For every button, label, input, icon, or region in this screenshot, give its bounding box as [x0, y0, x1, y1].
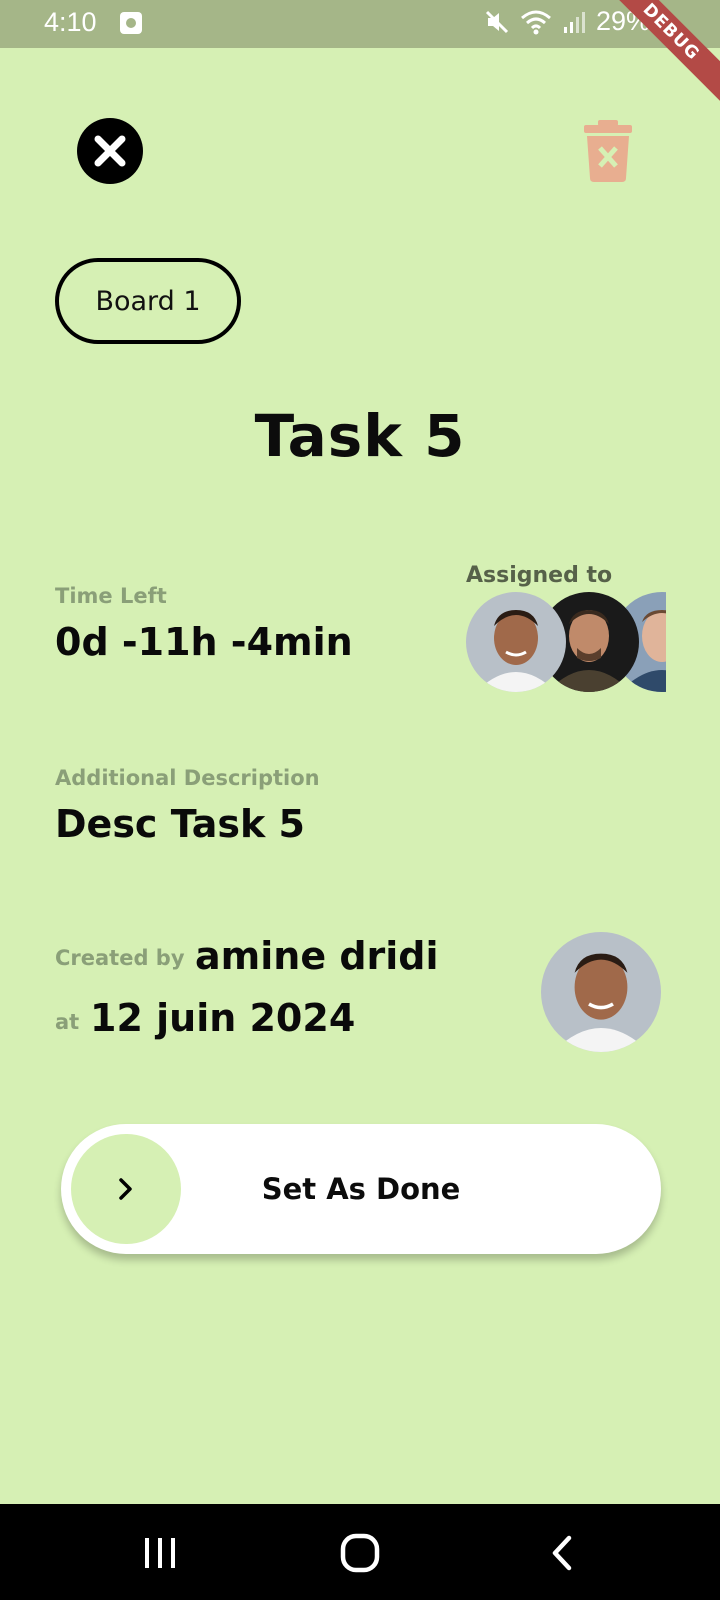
slider-handle[interactable]: [71, 1134, 181, 1244]
created-date: 12 juin 2024: [90, 996, 356, 1040]
wifi-icon: [520, 10, 551, 34]
created-by-label: Created by: [55, 946, 185, 970]
avatar[interactable]: [466, 592, 566, 692]
chevron-right-icon: [119, 1178, 132, 1200]
status-time: 4:10: [44, 7, 97, 37]
recent-apps-icon: [145, 1538, 175, 1568]
board-label: Board 1: [95, 285, 201, 317]
description-label: Additional Description: [55, 766, 320, 790]
set-as-done-slider[interactable]: Set As Done: [61, 1124, 661, 1254]
recent-apps-button[interactable]: [130, 1530, 190, 1576]
status-icons: 29%: [484, 6, 650, 37]
notification-app-icon: [120, 12, 142, 34]
creator-avatar[interactable]: [541, 932, 661, 1052]
time-left-label: Time Left: [55, 584, 167, 608]
task-title: Task 5: [254, 402, 466, 470]
assignee-avatars[interactable]: [466, 592, 666, 694]
trash-icon: [584, 120, 632, 182]
mute-icon: [485, 10, 509, 33]
back-button[interactable]: [532, 1530, 592, 1576]
home-icon: [340, 1533, 380, 1573]
signal-icon: [563, 11, 585, 33]
delete-button[interactable]: [584, 120, 632, 182]
creator-name: amine dridi: [195, 934, 439, 978]
description-value: Desc Task 5: [55, 802, 305, 846]
close-icon: [94, 135, 126, 167]
created-at-label: at: [55, 1010, 80, 1034]
status-bar: 4:10 29% DEBUG: [0, 0, 720, 110]
back-icon: [552, 1535, 572, 1571]
assigned-to-label: Assigned to: [466, 563, 613, 588]
board-chip[interactable]: Board 1: [55, 258, 241, 344]
close-button[interactable]: [77, 118, 143, 184]
home-button[interactable]: [330, 1530, 390, 1576]
time-left-value: 0d -11h -4min: [55, 620, 353, 664]
system-nav-bar: [0, 1504, 720, 1600]
